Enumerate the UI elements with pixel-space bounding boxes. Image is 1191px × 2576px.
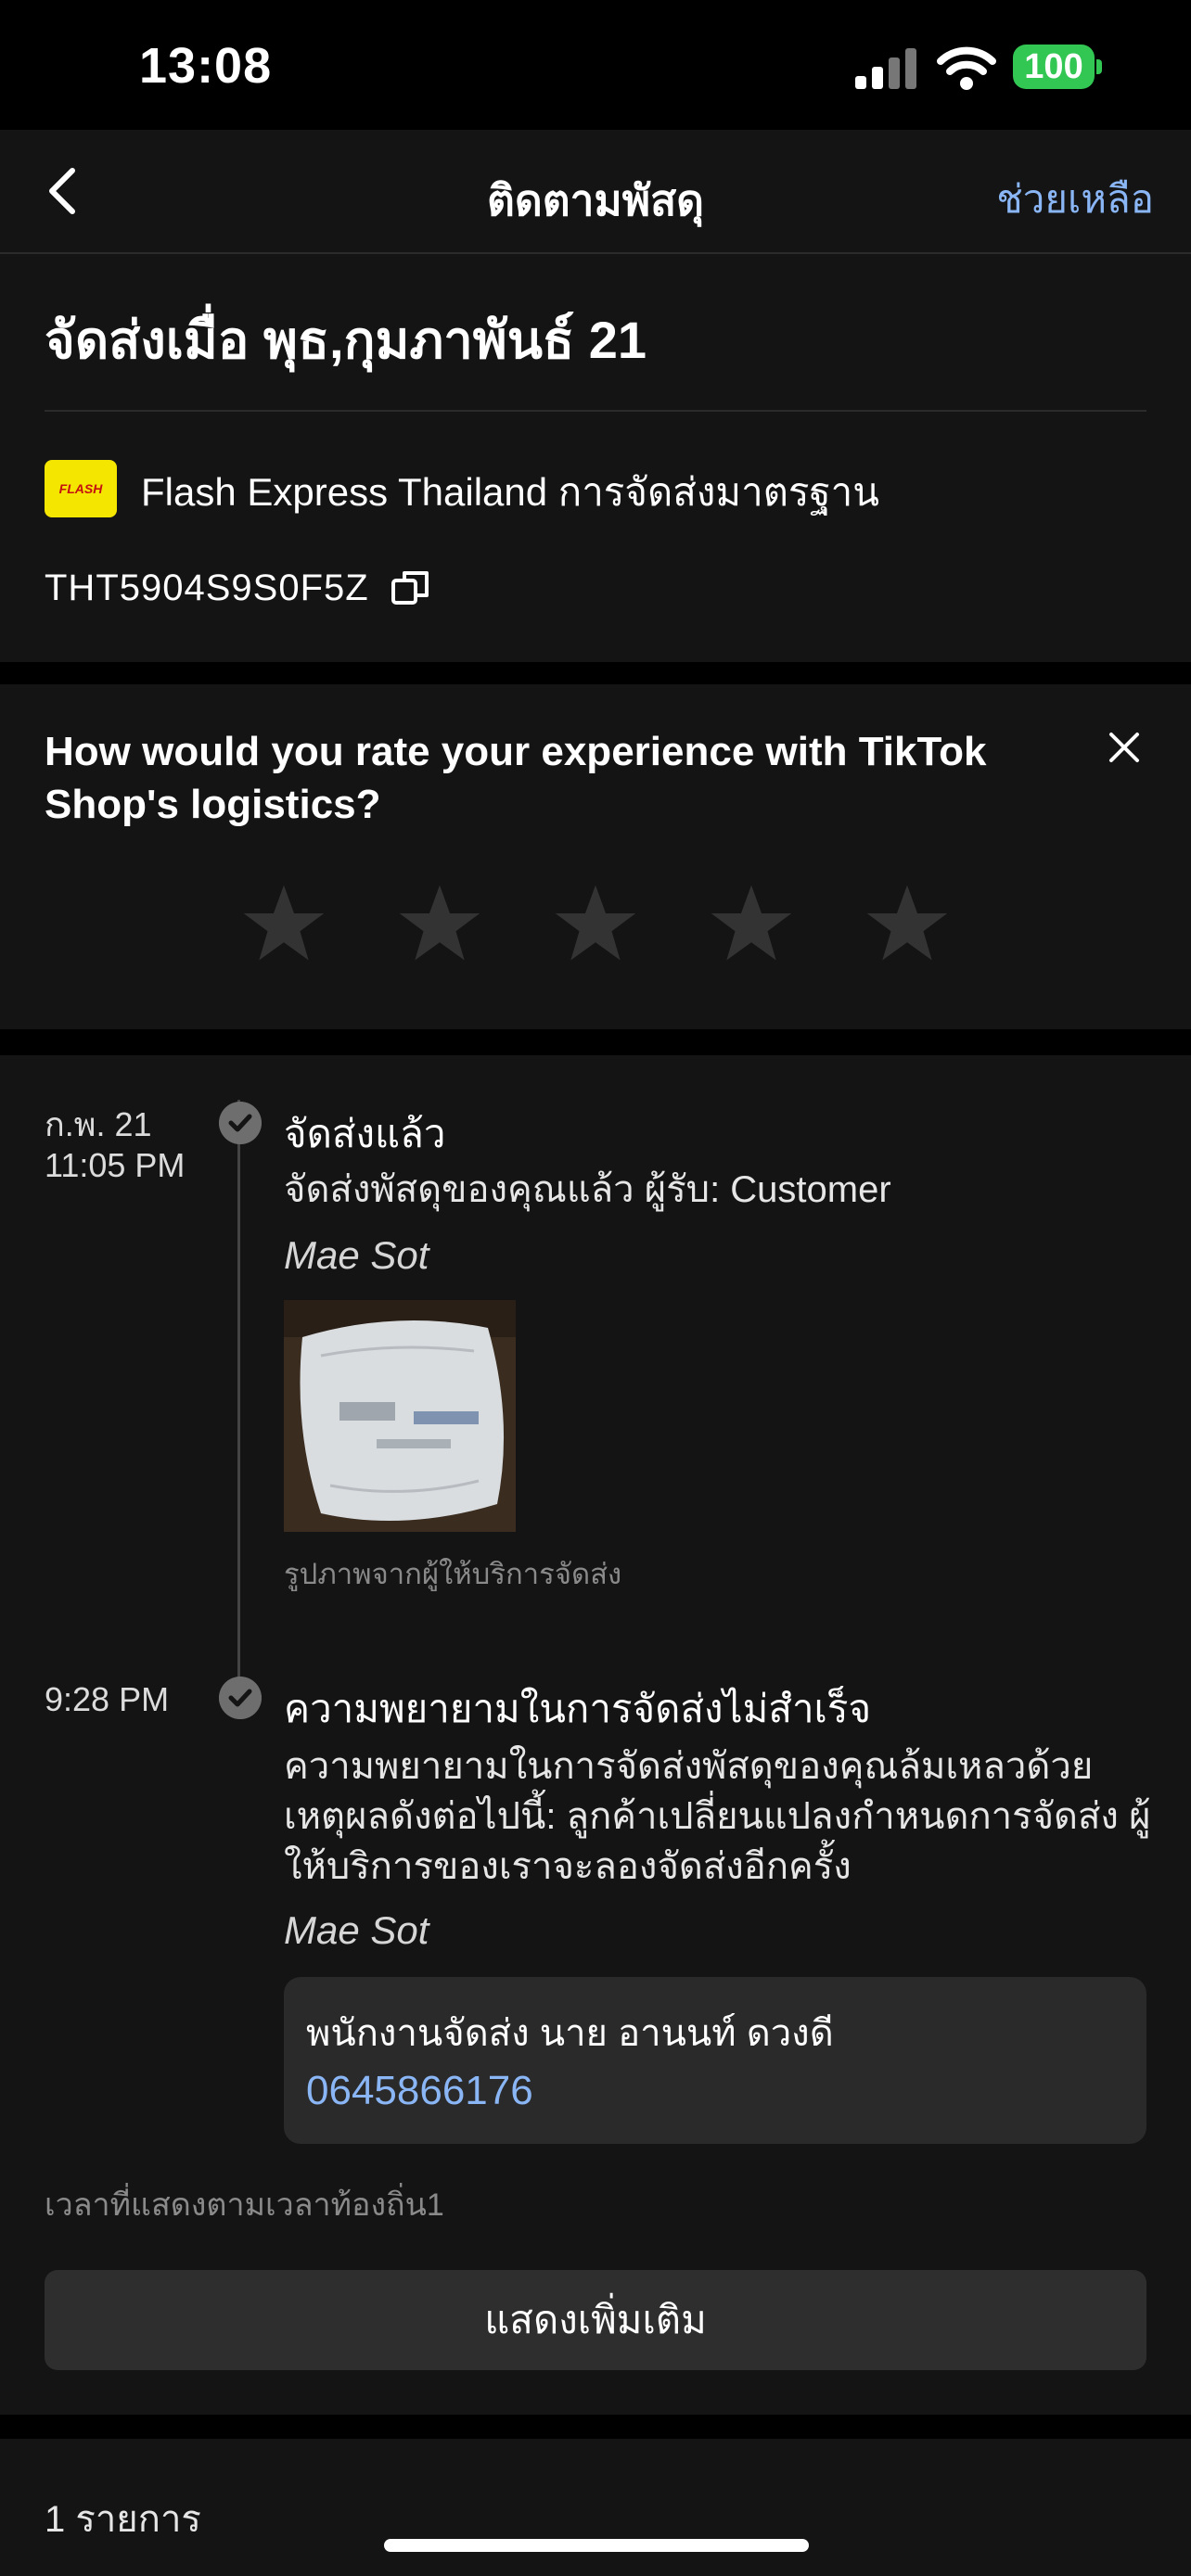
carrier-name: Flash Express Thailand การจัดส่งมาตรฐาน bbox=[141, 470, 879, 514]
event-description: จัดส่งพัสดุของคุณแล้ว ผู้รับ: Customer bbox=[284, 1169, 891, 1210]
copy-icon[interactable] bbox=[390, 567, 430, 608]
event-description: ความพยายามในการจัดส่งพัสดุของคุณล้มเหลวด… bbox=[284, 1746, 1151, 1887]
courier-card: พนักงานจัดส่ง นาย อานนท์ ดวงดี 064586617… bbox=[284, 1977, 1146, 2144]
tracking-timeline: ก.พ. 21 11:05 PM จัดส่งแล้ว จัดส่งพัสดุข… bbox=[0, 1055, 1191, 2415]
shipment-info-card: จัดส่งเมื่อ พุธ,กุมภาพันธ์ 21 FLASH Flas… bbox=[0, 254, 1191, 662]
star-2-icon[interactable] bbox=[397, 881, 482, 966]
timeline-connector bbox=[237, 1100, 240, 1715]
battery-indicator: 100 bbox=[1013, 45, 1095, 89]
rating-question: How would you rate your experience with … bbox=[45, 729, 987, 827]
event-location: Mae Sot bbox=[284, 1233, 429, 1277]
battery-tip bbox=[1096, 59, 1102, 74]
item-count: 1 รายการ bbox=[45, 2499, 201, 2540]
logistics-rating-card: How would you rate your experience with … bbox=[0, 684, 1191, 1029]
delivery-photo[interactable] bbox=[284, 1300, 516, 1532]
event-date: ก.พ. 21 bbox=[45, 1105, 152, 1143]
status-time: 13:08 bbox=[139, 38, 273, 94]
divider bbox=[45, 410, 1146, 412]
shipped-date: จัดส่งเมื่อ พุธ,กุมภาพันธ์ 21 bbox=[45, 311, 647, 369]
help-link[interactable]: ช่วยเหลือ bbox=[996, 169, 1154, 230]
event-title: ความพยายามในการจัดส่งไม่สำเร็จ bbox=[284, 1687, 872, 1730]
wifi-icon bbox=[937, 46, 996, 90]
event-time: 9:28 PM bbox=[45, 1680, 170, 1718]
nav-header: ติดตามพัสดุ ช่วยเหลือ bbox=[0, 130, 1191, 254]
timezone-note: เวลาที่แสดงตามเวลาท้องถิ่น1 bbox=[45, 2187, 444, 2223]
items-section: 1 รายการ bbox=[0, 2439, 1191, 2576]
star-3-icon[interactable] bbox=[553, 881, 638, 966]
star-4-icon[interactable] bbox=[709, 881, 794, 966]
photo-caption: รูปภาพจากผู้ให้บริการจัดส่ง bbox=[284, 1558, 622, 1590]
event-title: จัดส่งแล้ว bbox=[284, 1112, 446, 1155]
checkmark-icon bbox=[219, 1102, 262, 1144]
carrier-logo: FLASH bbox=[45, 460, 117, 517]
event-time: 11:05 PM bbox=[45, 1146, 186, 1184]
star-5-icon[interactable] bbox=[864, 881, 950, 966]
checkmark-icon bbox=[219, 1677, 262, 1719]
close-icon[interactable] bbox=[1102, 725, 1146, 770]
home-indicator bbox=[384, 2539, 809, 2552]
cellular-signal-icon bbox=[855, 48, 916, 89]
courier-name: พนักงานจัดส่ง นาย อานนท์ ดวงดี bbox=[306, 2013, 834, 2054]
courier-phone-link[interactable]: 0645866176 bbox=[306, 2068, 533, 2114]
show-more-button[interactable]: แสดงเพิ่มเติม bbox=[45, 2270, 1146, 2370]
event-location: Mae Sot bbox=[284, 1908, 429, 1952]
tracking-number: THT5904S9S0F5Z bbox=[45, 567, 369, 608]
star-1-icon[interactable] bbox=[241, 881, 327, 966]
